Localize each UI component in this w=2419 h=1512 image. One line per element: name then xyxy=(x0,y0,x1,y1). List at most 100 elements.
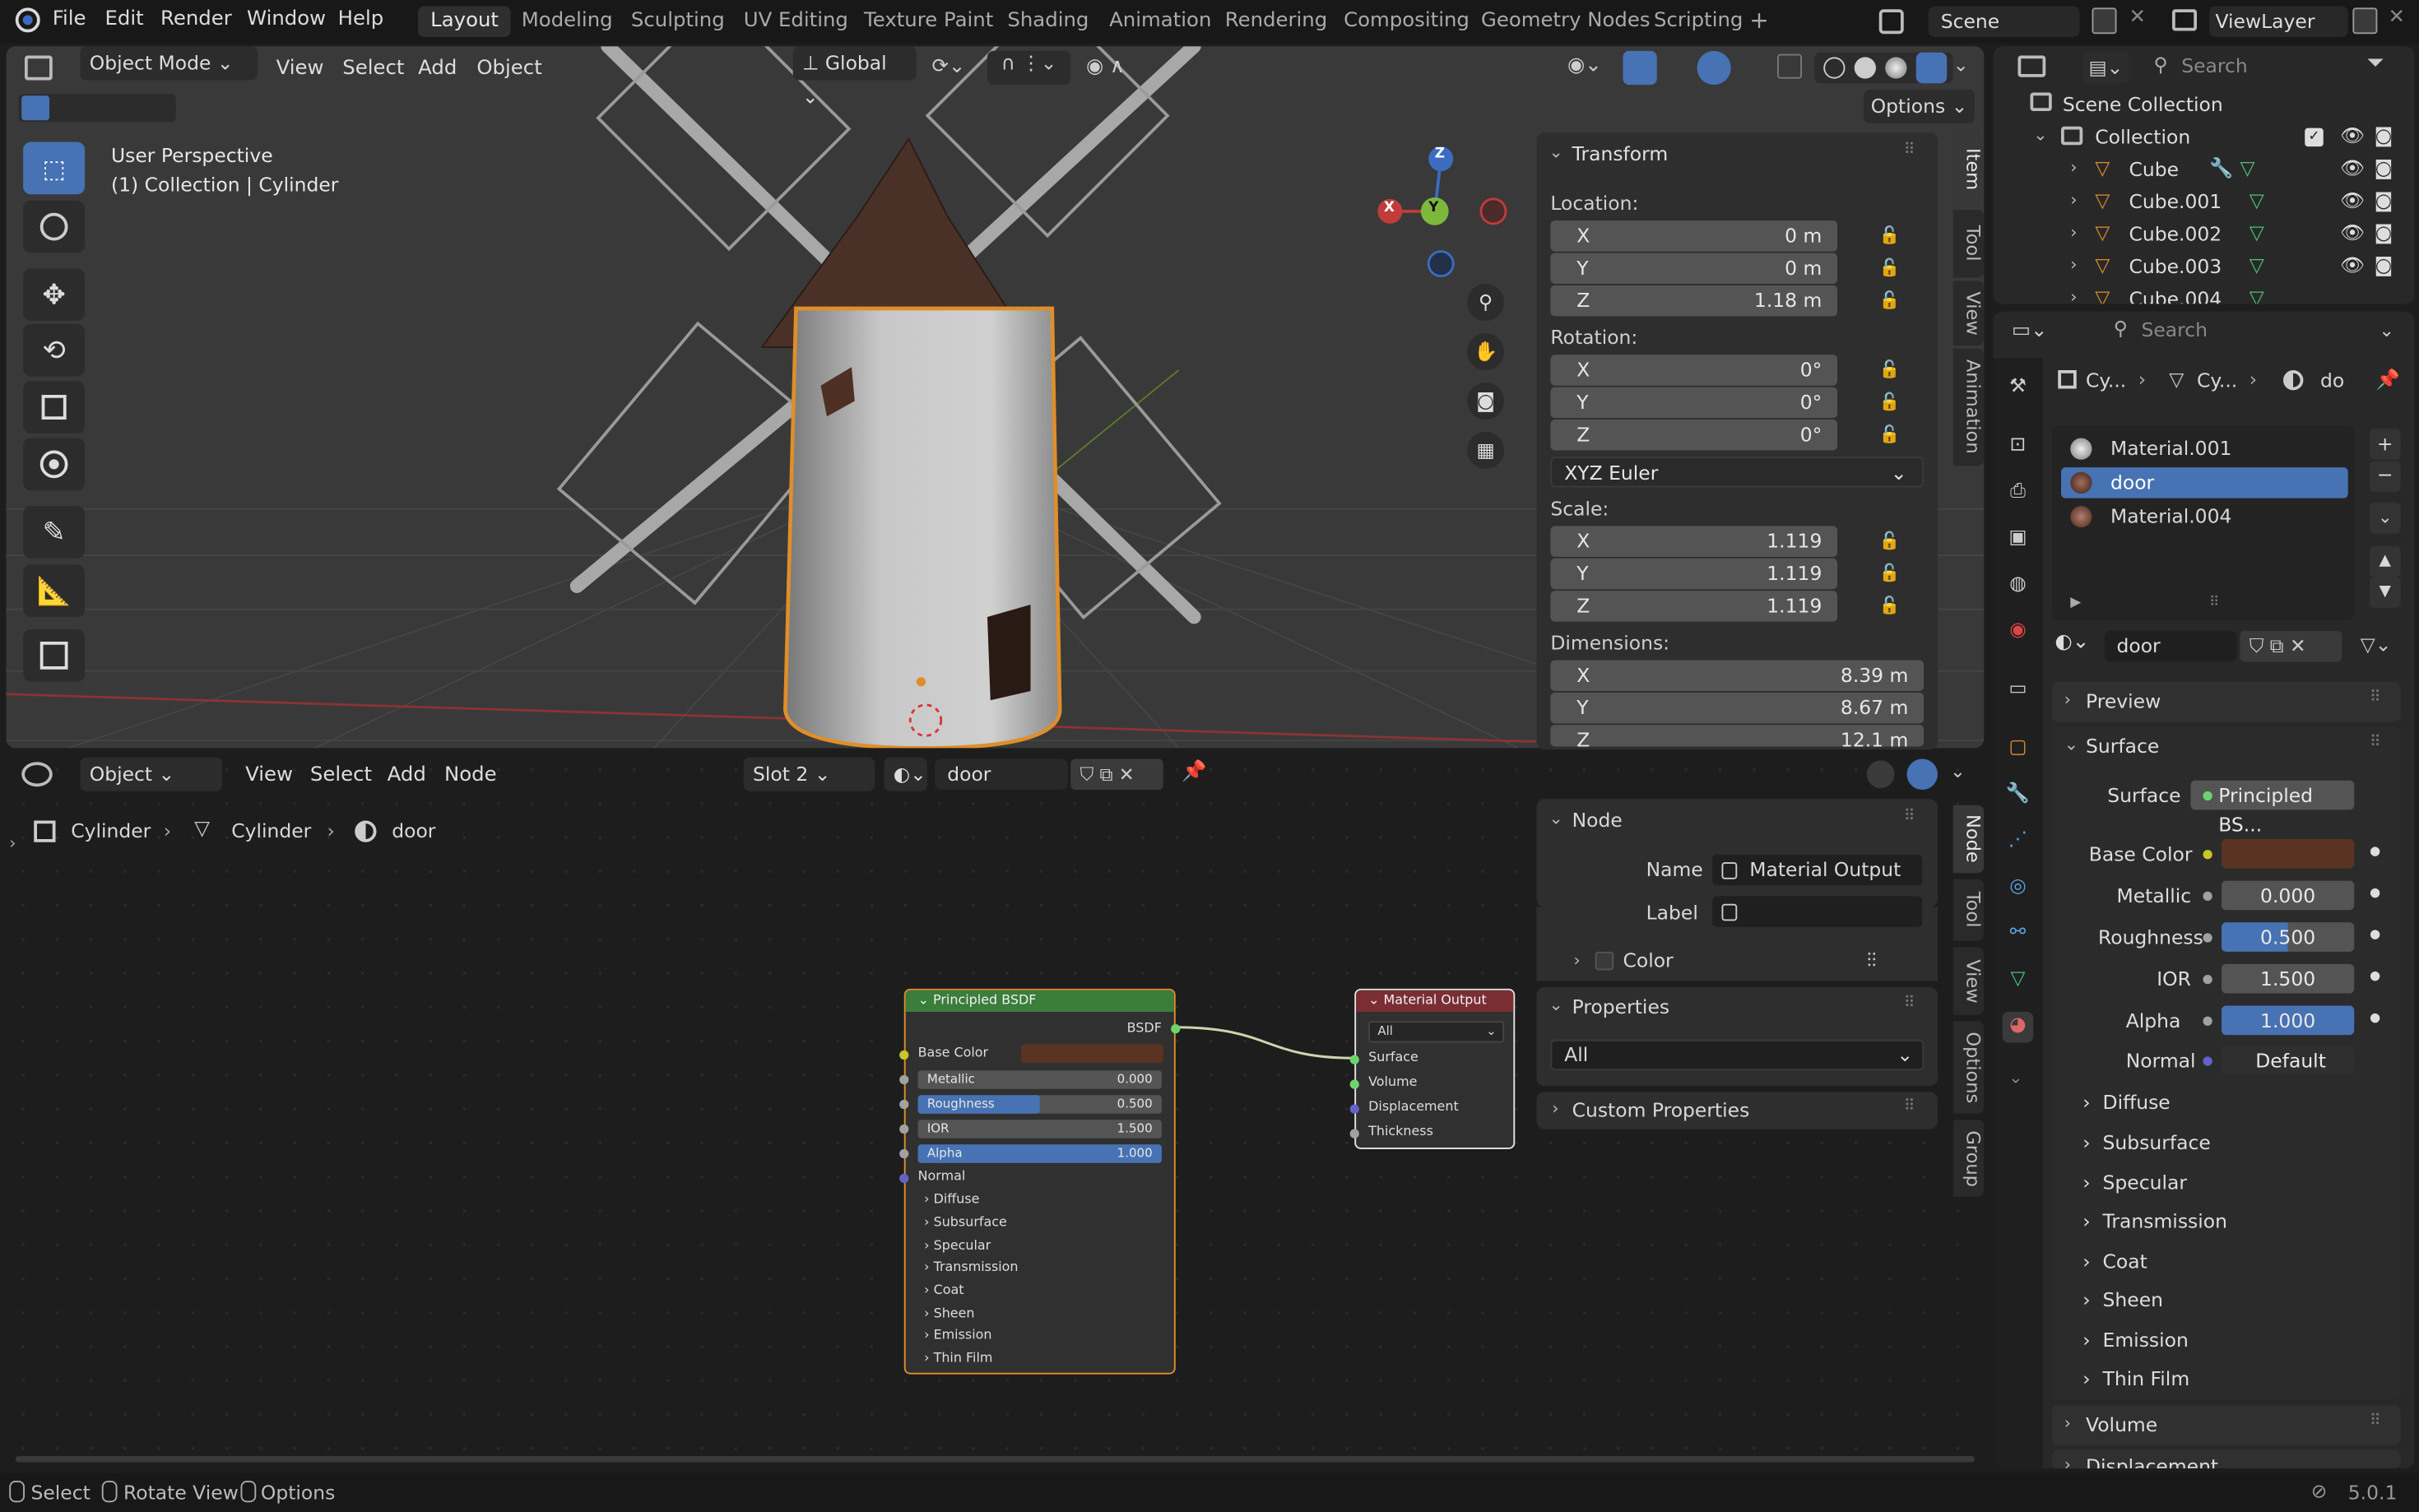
output-tab-icon[interactable]: ⎙ xyxy=(2003,478,2034,509)
shading-modes[interactable] xyxy=(1814,52,1953,84)
list-expand-icon[interactable]: ▶ xyxy=(2070,596,2081,611)
displacement-socket[interactable] xyxy=(1349,1104,1359,1114)
alpha-socket[interactable] xyxy=(899,1148,909,1159)
expand-icon[interactable]: › xyxy=(2070,287,2077,304)
viewport-menu-select[interactable]: Select xyxy=(342,53,404,86)
outliner-row-cube-003[interactable]: › ▽ Cube.003 ▽ 👁 ◙ xyxy=(1994,252,2415,284)
lock-icon[interactable]: 🔓 xyxy=(1879,359,1901,379)
view-layer-icon[interactable] xyxy=(2172,9,2197,31)
bsdf-panel-diffuse[interactable]: › Diffuse xyxy=(924,1192,979,1208)
gizmo-toggle-icon[interactable] xyxy=(1623,50,1657,86)
filter-icon[interactable]: ⏷ xyxy=(2366,51,2384,76)
menu-help[interactable]: Help xyxy=(338,7,384,30)
scene-field[interactable]: Scene xyxy=(1928,6,2080,37)
tab-modeling[interactable]: Modeling xyxy=(509,7,625,38)
overlay-toggle-icon[interactable] xyxy=(1697,50,1731,86)
drag-handle-icon[interactable]: ⠿ xyxy=(1904,1098,1915,1115)
keyframe-dot-icon[interactable]: ● xyxy=(2370,1010,2380,1024)
node-header[interactable]: ⌄ Principled BSDF xyxy=(905,990,1174,1012)
tab-node-tool[interactable]: Tool xyxy=(1952,879,1985,941)
collapse-surface-icon[interactable]: ⌄ xyxy=(2064,735,2078,754)
volume-socket[interactable] xyxy=(1349,1079,1359,1089)
preview-panel[interactable]: › Preview ⠿ xyxy=(2051,681,2401,722)
displacement-panel[interactable]: › Displacement xyxy=(2051,1449,2401,1468)
chevron-down-icon[interactable]: ⌄ xyxy=(2379,319,2394,341)
menu-render[interactable]: Render xyxy=(160,7,232,30)
move-slot-down-icon[interactable]: ▼ xyxy=(2370,577,2401,608)
subpanel-subsurface[interactable]: › Subsurface xyxy=(2082,1130,2211,1153)
tab-node-group[interactable]: Group xyxy=(1952,1120,1985,1197)
xray-toggle-icon[interactable] xyxy=(1777,53,1802,79)
dimensions-z-field[interactable]: Z 12.1 m xyxy=(1550,725,1925,747)
rotation-z-field[interactable]: Z 0° xyxy=(1550,420,1838,451)
keyframe-dot-icon[interactable]: ● xyxy=(2370,844,2380,858)
bsdf-panel-emission[interactable]: › Emission xyxy=(924,1328,991,1343)
selection-mode-buttons[interactable] xyxy=(18,94,176,123)
lock-icon[interactable]: 🔓 xyxy=(1879,596,1901,615)
metallic-socket[interactable] xyxy=(899,1074,909,1085)
material-slot-row[interactable]: Material.001 xyxy=(2061,434,2348,465)
camera-icon[interactable]: ◙ xyxy=(2375,188,2393,211)
tab-item[interactable]: Item xyxy=(1952,132,1985,207)
scale-tool-button[interactable] xyxy=(23,381,86,434)
pin-icon[interactable]: 📌 xyxy=(2376,367,2400,392)
surface-socket[interactable] xyxy=(1349,1055,1359,1064)
surface-shader-field[interactable]: Principled BS... xyxy=(2190,780,2355,836)
tab-scripting[interactable]: Scripting xyxy=(1641,7,1755,38)
bsdf-panel-subsurface[interactable]: › Subsurface xyxy=(924,1216,1007,1231)
drag-handle-icon[interactable]: ⠿ xyxy=(1904,995,1915,1012)
vector-socket-icon[interactable] xyxy=(2203,1056,2212,1066)
tool-tab-icon[interactable]: ⚒ xyxy=(2003,373,2034,405)
blender-logo-icon[interactable] xyxy=(15,7,40,33)
collapse-node-icon[interactable]: ⌄ xyxy=(1549,809,1563,828)
subpanel-transmission[interactable]: › Transmission xyxy=(2082,1209,2227,1232)
transform-tool-button[interactable] xyxy=(23,438,86,491)
tab-animation-panel[interactable]: Animation xyxy=(1952,348,1985,466)
expand-icon[interactable]: › xyxy=(2070,254,2077,274)
material-browse-icon[interactable]: ◐⌄ xyxy=(2055,631,2090,654)
constraints-tab-icon[interactable]: ⚯ xyxy=(2003,920,2034,951)
eye-icon[interactable]: 👁 xyxy=(2340,155,2365,180)
new-view-layer-icon[interactable] xyxy=(2352,7,2378,35)
color-checkbox[interactable] xyxy=(1595,951,1614,971)
eye-icon[interactable]: 👁 xyxy=(2340,253,2365,278)
subpanel-specular[interactable]: › Specular xyxy=(2082,1171,2187,1194)
subpanel-coat[interactable]: › Coat xyxy=(2082,1250,2147,1273)
expand-icon[interactable]: › xyxy=(2070,190,2077,210)
expand-icon[interactable]: › xyxy=(2070,157,2077,177)
network-off-icon[interactable]: ⊘ xyxy=(2311,1479,2328,1502)
expand-color-icon[interactable]: › xyxy=(1574,950,1581,970)
eye-icon[interactable]: 👁 xyxy=(2340,123,2365,148)
bsdf-roughness-slider[interactable]: Roughness 0.500 xyxy=(917,1095,1162,1114)
horizontal-scrollbar[interactable] xyxy=(15,1456,1975,1463)
render-tab-icon[interactable]: ⊡ xyxy=(2003,432,2034,463)
scene-tab-icon[interactable]: ◍ xyxy=(2003,571,2034,602)
material-slot-row-selected[interactable]: door xyxy=(2061,467,2348,499)
more-tabs-icon[interactable]: ⌄ xyxy=(2008,1068,2022,1088)
value-socket-icon[interactable] xyxy=(2203,1016,2212,1026)
move-tool-button[interactable]: ✥ xyxy=(23,268,86,321)
material-shading-icon[interactable] xyxy=(1885,57,1907,79)
annotate-tool-button[interactable]: ✎ xyxy=(23,506,86,559)
principled-bsdf-node[interactable]: ⌄ Principled BSDF BSDF Base Color Metall… xyxy=(899,988,1181,1375)
slot-menu-icon[interactable]: ⌄ xyxy=(2370,503,2401,534)
material-name-field[interactable]: door xyxy=(2104,630,2237,662)
view-layer-field[interactable]: ViewLayer xyxy=(2209,6,2348,37)
volume-panel[interactable]: › Volume ⠿ xyxy=(2051,1405,2401,1445)
data-tab-icon[interactable]: ▽ xyxy=(2003,966,2034,997)
bsdf-panel-coat[interactable]: › Coat xyxy=(924,1283,963,1299)
dimensions-y-field[interactable]: Y 8.67 m xyxy=(1550,692,1925,724)
list-resize-handle-icon[interactable]: ⠿ xyxy=(2209,596,2219,611)
particles-tab-icon[interactable]: ⋰ xyxy=(2003,827,2034,858)
add-slot-icon[interactable]: + xyxy=(2370,429,2401,460)
outliner-row-cube[interactable]: › ▽ Cube 🔧 ▽ 👁 ◙ xyxy=(1994,155,2415,187)
bsdf-panel-specular[interactable]: › Specular xyxy=(924,1239,991,1255)
lock-icon[interactable]: 🔓 xyxy=(1879,290,1901,310)
ior-field[interactable]: 1.500 xyxy=(2222,963,2355,994)
drag-handle-icon[interactable]: ⠿ xyxy=(2370,735,2381,752)
bsdf-panel-thin-film[interactable]: › Thin Film xyxy=(924,1352,992,1367)
link-mode-icon[interactable]: ▽⌄ xyxy=(2361,633,2392,656)
bsdf-metallic-slider[interactable]: Metallic 0.000 xyxy=(917,1070,1162,1089)
navigation-gizmo[interactable] xyxy=(1364,139,1519,294)
proportional-edit-icon[interactable]: ◉ ∧ xyxy=(1086,56,1125,79)
